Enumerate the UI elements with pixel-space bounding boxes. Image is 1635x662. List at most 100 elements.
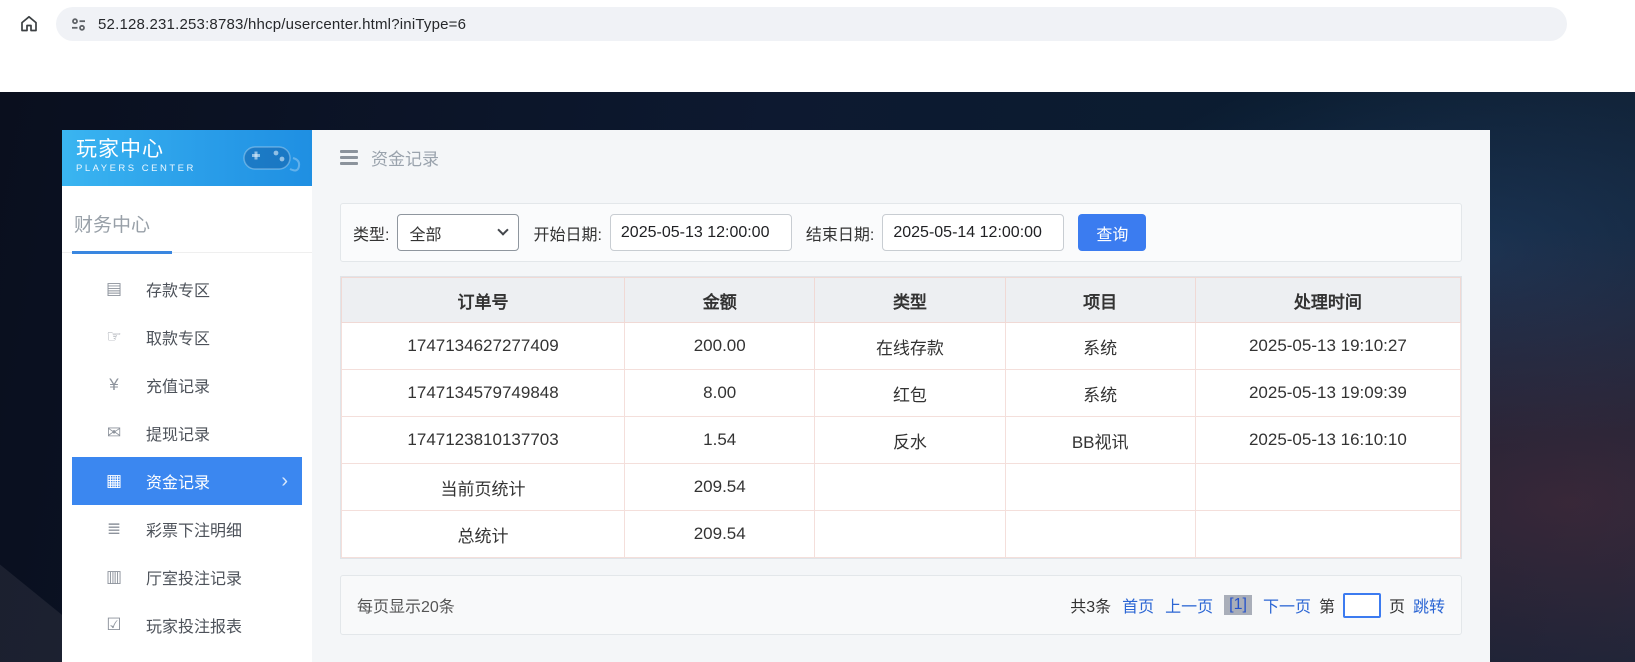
start-date-input[interactable] <box>609 214 792 251</box>
cell-order-no: 1747123810137703 <box>340 416 626 464</box>
cell-type: 红包 <box>814 369 1006 417</box>
page-size-text: 每页显示20条 <box>357 599 455 616</box>
table-row-page-total: 当前页统计 209.54 <box>340 463 1462 511</box>
sidebar-section-header: 财务中心 <box>62 186 312 254</box>
sidebar-item-label: 提现记录 <box>146 427 211 444</box>
fund-records-icon: ▦ <box>105 471 123 490</box>
cell-amount: 200.00 <box>624 322 816 370</box>
cell-empty <box>1004 463 1196 511</box>
sidebar-header: 玩家中心 PLAYERS CENTER <box>62 130 312 186</box>
cell-order-no: 1747134579749848 <box>340 369 626 417</box>
cell-label: 总统计 <box>340 510 626 558</box>
start-date-label: 开始日期: <box>533 226 602 244</box>
home-button[interactable] <box>12 7 46 41</box>
table-row: 1747134627277409 200.00 在线存款 系统 2025-05-… <box>340 322 1462 370</box>
pagination-controls: 共3条 首页 上一页 [1] 下一页 第 页 跳转 <box>1070 592 1445 618</box>
sidebar-item-label: 玩家投注报表 <box>146 619 243 636</box>
next-page-link[interactable]: 下一页 <box>1263 593 1311 617</box>
moneybag-icon: ¥ <box>109 375 119 394</box>
sidebar-item-fund-records[interactable]: ▦ 资金记录 › <box>72 457 302 505</box>
type-label: 类型: <box>353 226 390 244</box>
current-page-indicator: [1] <box>1224 595 1252 615</box>
jump-suffix-label: 页 <box>1388 599 1405 616</box>
jump-page-input[interactable] <box>1342 592 1381 618</box>
content-card: 玩家中心 PLAYERS CENTER 财务中心 ▤ 存款专区 ☞ 取款专区 ¥… <box>62 130 1490 662</box>
wallet-icon: ✉ <box>106 423 122 442</box>
sidebar-item-withdraw-records[interactable]: ✉ 提现记录 <box>72 409 302 457</box>
sidebar-item-hall-bet-records[interactable]: ▥ 厅室投注记录 <box>72 553 302 601</box>
sidebar-item-label: 充值记录 <box>146 379 211 396</box>
cell-empty <box>1004 510 1196 558</box>
sidebar-menu: ▤ 存款专区 ☞ 取款专区 ¥ 充值记录 ✉ 提现记录 ▦ 资金记录 › ≣ 彩… <box>62 253 312 649</box>
prev-page-link[interactable]: 上一页 <box>1165 593 1213 617</box>
sidebar-item-withdraw-zone[interactable]: ☞ 取款专区 <box>72 313 302 361</box>
col-header-order-no: 订单号 <box>340 277 626 323</box>
cell-empty <box>814 510 1006 558</box>
cell-empty <box>814 463 1006 511</box>
cell-process-time: 2025-05-13 19:10:27 <box>1194 322 1462 370</box>
cell-project: BB视讯 <box>1004 416 1196 464</box>
section-underline <box>72 251 172 254</box>
jump-prefix-label: 第 <box>1318 599 1335 616</box>
end-date-input[interactable] <box>882 214 1065 251</box>
chevron-down-icon <box>497 224 510 236</box>
cell-project: 系统 <box>1004 369 1196 417</box>
hamburger-menu-icon[interactable] <box>340 150 358 165</box>
type-select-value: 全部 <box>409 226 442 244</box>
site-settings-icon[interactable] <box>70 16 87 33</box>
sidebar: 玩家中心 PLAYERS CENTER 财务中心 ▤ 存款专区 ☞ 取款专区 ¥… <box>62 130 312 662</box>
cell-type: 反水 <box>814 416 1006 464</box>
table-row: 1747123810137703 1.54 反水 BB视讯 2025-05-13… <box>340 416 1462 464</box>
cell-amount: 209.54 <box>624 510 816 558</box>
cell-empty <box>1194 510 1462 558</box>
browser-bar: 52.128.231.253:8783/hhcp/usercenter.html… <box>0 0 1635 48</box>
gamepad-icon <box>243 146 301 172</box>
deposit-card-icon: ▤ <box>105 279 123 298</box>
sidebar-item-player-bet-report[interactable]: ☑ 玩家投注报表 <box>72 601 302 649</box>
main-content: 资金记录 类型: 全部 开始日期: 结束日期: 查询 订单号 金额 类型 <box>312 130 1490 662</box>
sidebar-item-deposit-zone[interactable]: ▤ 存款专区 <box>72 265 302 313</box>
table-header-row: 订单号 金额 类型 项目 处理时间 <box>340 277 1462 323</box>
sidebar-item-label: 资金记录 <box>146 475 211 492</box>
col-header-type: 类型 <box>814 277 1006 323</box>
sidebar-section-title: 财务中心 <box>74 215 151 236</box>
sidebar-item-recharge-records[interactable]: ¥ 充值记录 <box>72 361 302 409</box>
withdraw-hand-icon: ☞ <box>106 327 122 346</box>
sidebar-item-lottery-bet-details[interactable]: ≣ 彩票下注明细 <box>72 505 302 553</box>
cell-amount: 209.54 <box>624 463 816 511</box>
main-header: 资金记录 <box>312 130 1490 185</box>
type-select[interactable]: 全部 <box>397 214 520 251</box>
cell-amount: 1.54 <box>624 416 816 464</box>
sidebar-item-label: 存款专区 <box>146 283 211 300</box>
cell-label: 当前页统计 <box>340 463 626 511</box>
fund-records-table: 订单号 金额 类型 项目 处理时间 1747134627277409 200.0… <box>340 277 1462 558</box>
url-text: 52.128.231.253:8783/hhcp/usercenter.html… <box>98 15 467 33</box>
end-date-label: 结束日期: <box>805 226 875 244</box>
fund-records-table-wrap: 订单号 金额 类型 项目 处理时间 1747134627277409 200.0… <box>340 276 1462 559</box>
address-bar[interactable]: 52.128.231.253:8783/hhcp/usercenter.html… <box>56 7 1567 41</box>
cell-order-no: 1747134627277409 <box>340 322 626 370</box>
jump-button[interactable]: 跳转 <box>1413 593 1445 617</box>
cell-empty <box>1194 463 1462 511</box>
lottery-detail-icon: ≣ <box>106 519 122 538</box>
hall-bet-icon: ▥ <box>105 567 123 586</box>
col-header-process-time: 处理时间 <box>1194 277 1462 323</box>
home-icon <box>21 15 37 32</box>
cell-project: 系统 <box>1004 322 1196 370</box>
cell-process-time: 2025-05-13 19:09:39 <box>1194 369 1462 417</box>
col-header-project: 项目 <box>1004 277 1196 323</box>
sidebar-item-label: 厅室投注记录 <box>146 571 243 588</box>
sidebar-item-label: 彩票下注明细 <box>146 523 243 540</box>
query-button[interactable]: 查询 <box>1078 214 1147 251</box>
first-page-link[interactable]: 首页 <box>1122 593 1154 617</box>
total-count: 共3条 <box>1070 599 1112 616</box>
col-header-amount: 金额 <box>624 277 816 323</box>
filter-panel: 类型: 全部 开始日期: 结束日期: 查询 <box>340 203 1462 262</box>
cell-type: 在线存款 <box>814 322 1006 370</box>
page-title: 资金记录 <box>371 150 439 169</box>
pagination-bar: 每页显示20条 共3条 首页 上一页 [1] 下一页 第 页 跳转 <box>340 575 1462 635</box>
report-chart-icon: ☑ <box>106 615 122 634</box>
table-row: 1747134579749848 8.00 红包 系统 2025-05-13 1… <box>340 369 1462 417</box>
cell-amount: 8.00 <box>624 369 816 417</box>
sidebar-item-label: 取款专区 <box>146 331 211 348</box>
